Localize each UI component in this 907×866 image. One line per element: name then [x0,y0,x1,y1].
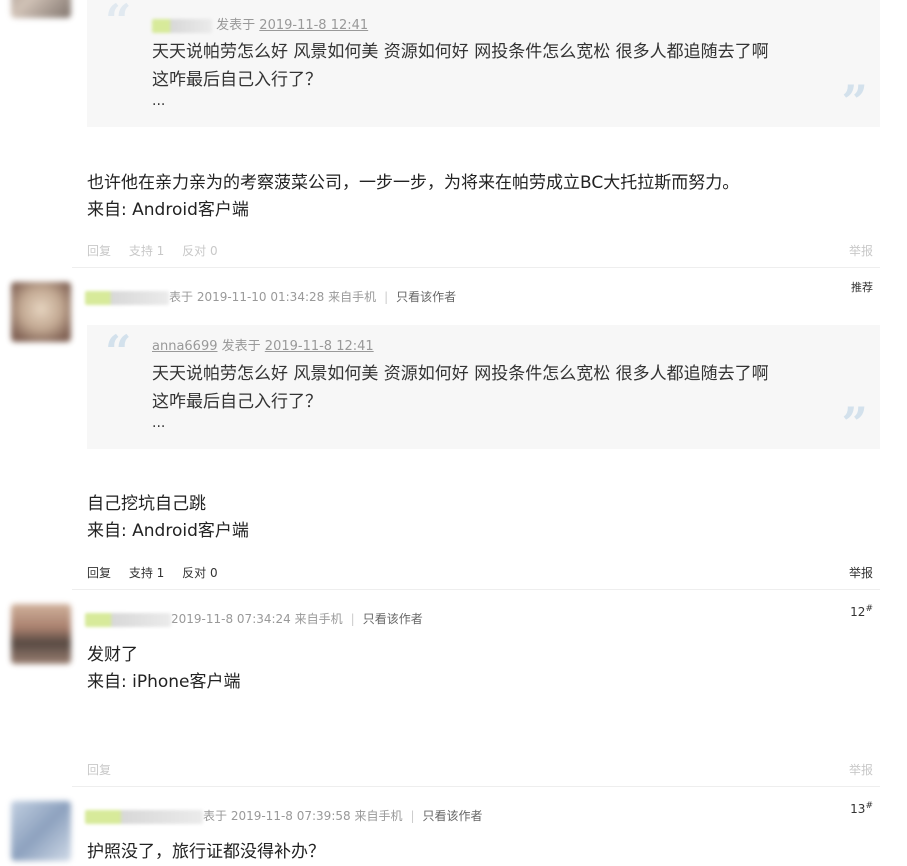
floor-number[interactable]: 13# [850,801,873,816]
recommend-badge[interactable]: 推荐 [851,279,873,295]
post-actions: 回复 支持 1 反对 0 [87,564,232,581]
divider [72,786,880,787]
only-author-link[interactable]: 只看该作者 [423,809,483,823]
post-actions: 回复 [87,761,125,778]
support-link[interactable]: 支持 1 [129,566,164,580]
floor-number[interactable]: 12# [850,604,873,619]
quote-line: 天天说帕劳怎么好 风景如何美 资源如何好 网投条件怎么宽松 很多人都追随去了啊 [152,364,769,384]
quote-block: “ 发表于 2019-11-8 12:41 天天说帕劳怎么好 风景如何美 资源如… [87,0,880,127]
avatar[interactable] [11,801,71,861]
post-timestamp: 表于 2019-11-10 01:34:28 来自手机 [169,290,377,304]
report-link[interactable]: 举报 [849,564,873,581]
quote-line: 这咋最后自己入行了？ [152,392,322,412]
separator: | [350,612,355,626]
username-blurred[interactable] [85,809,203,824]
separator: | [410,809,415,823]
quote-line: 天天说帕劳怎么好 风景如何美 资源如何好 网投条件怎么宽松 很多人都追随去了啊 [152,42,769,62]
quote-author-blurred[interactable] [152,18,212,33]
divider [72,589,880,590]
username-blurred[interactable] [85,290,169,305]
avatar[interactable] [11,0,71,18]
username-blurred[interactable] [85,612,171,627]
quote-date[interactable]: 2019-11-8 12:41 [265,339,374,354]
quote-posted-prefix: 发表于 [221,339,261,354]
support-link[interactable]: 支持 1 [129,244,164,258]
post-header: 2019-11-8 07:34:24 来自手机 | 只看该作者 [85,610,423,628]
report-link[interactable]: 举报 [849,242,873,259]
floor-mark: # [865,801,873,811]
close-quote-icon: ” [841,75,868,129]
separator: | [384,290,389,304]
quote-line: ... [152,415,166,431]
floor-number-value: 12 [850,605,866,619]
post-body-line: 发财了 [87,645,138,665]
only-author-link[interactable]: 只看该作者 [363,612,423,626]
quote-line: 这咋最后自己入行了？ [152,70,322,90]
open-quote-icon: “ [105,325,132,379]
post-timestamp: 表于 2019-11-8 07:39:58 来自手机 [203,809,403,823]
post-timestamp: 2019-11-8 07:34:24 来自手机 [171,612,343,626]
reply-link[interactable]: 回复 [87,763,111,777]
post-source: 来自: Android客户端 [87,200,249,220]
close-quote-icon: ” [841,397,868,451]
quote-meta: anna6699 发表于 2019-11-8 12:41 [152,335,374,354]
quote-meta: 发表于 2019-11-8 12:41 [152,14,368,33]
post-header: 表于 2019-11-8 07:39:58 来自手机 | 只看该作者 [85,807,483,825]
post-body-line: 也许他在亲力亲为的考察菠菜公司，一步一步，为将来在帕劳成立BC大托拉斯而努力。 [87,173,740,193]
avatar[interactable] [11,604,71,664]
post-source: 来自: Android客户端 [87,521,249,541]
reply-link[interactable]: 回复 [87,244,111,258]
avatar[interactable] [11,282,71,342]
post-body-line: 自己挖坑自己跳 [87,494,206,514]
reply-link[interactable]: 回复 [87,566,111,580]
post-source: 来自: iPhone客户端 [87,672,241,692]
divider [72,267,880,268]
open-quote-icon: “ [105,0,132,48]
post-body-line: 护照没了，旅行证都没得补办？ [87,842,325,862]
quote-author[interactable]: anna6699 [152,339,218,354]
report-link[interactable]: 举报 [849,761,873,778]
quote-block: “ anna6699 发表于 2019-11-8 12:41 天天说帕劳怎么好 … [87,325,880,449]
quote-date[interactable]: 2019-11-8 12:41 [259,18,368,33]
floor-number-value: 13 [850,802,866,816]
post-actions: 回复 支持 1 反对 0 [87,242,232,259]
oppose-link[interactable]: 反对 0 [182,566,217,580]
oppose-link[interactable]: 反对 0 [182,244,217,258]
quote-line: ... [152,93,166,109]
quote-posted-prefix: 发表于 [216,18,256,33]
only-author-link[interactable]: 只看该作者 [396,290,456,304]
post-header: 表于 2019-11-10 01:34:28 来自手机 | 只看该作者 [85,288,456,306]
floor-mark: # [865,604,873,614]
